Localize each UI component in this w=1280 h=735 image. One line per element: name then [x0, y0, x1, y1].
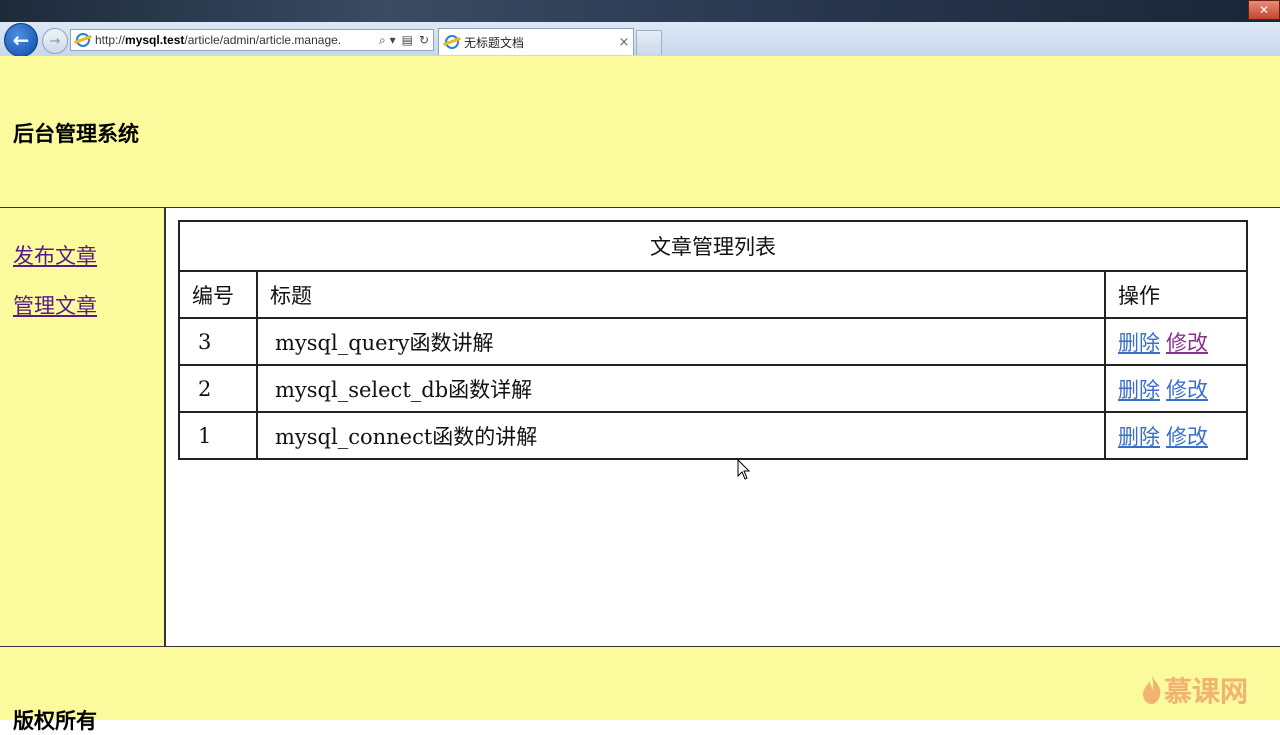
window-close-button[interactable]: ✕: [1248, 0, 1280, 20]
row-title: mysql_select_db函数详解: [256, 364, 1106, 413]
close-icon: ✕: [1258, 3, 1270, 17]
article-table: 文章管理列表 编号 标题 操作 3 mysql_query函数讲解 删除 修改 2…: [178, 220, 1248, 460]
row-id: 2: [178, 364, 258, 413]
row-id: 3: [178, 317, 258, 366]
forward-arrow-icon: →: [49, 33, 61, 49]
row-title: mysql_connect函数的讲解: [256, 411, 1106, 460]
compatibility-view-icon[interactable]: ▤: [402, 33, 413, 48]
sidebar-item-publish-article[interactable]: 发布文章: [13, 240, 97, 270]
column-header-actions: 操作: [1104, 270, 1248, 319]
back-button[interactable]: ←: [4, 23, 38, 56]
flame-icon: [1143, 676, 1161, 704]
forward-button[interactable]: →: [42, 28, 68, 54]
browser-tab[interactable]: 无标题文档 ×: [438, 28, 634, 55]
delete-link[interactable]: 删除: [1118, 378, 1160, 402]
column-header-id: 编号: [178, 270, 258, 319]
url-host: mysql.test: [125, 33, 185, 47]
ie-tab-icon: [445, 35, 459, 49]
page-header: 后台管理系统: [0, 56, 1280, 208]
edit-link[interactable]: 修改: [1166, 378, 1208, 402]
ie-page-icon: [76, 33, 90, 47]
search-dropdown-icon[interactable]: ⌕ ▾: [379, 33, 396, 48]
address-url[interactable]: http://mysql.test/article/admin/article.…: [95, 33, 379, 47]
refresh-icon[interactable]: ↻: [419, 33, 429, 48]
watermark-logo: 慕课网: [1140, 670, 1248, 710]
table-caption-row: 文章管理列表: [178, 220, 1248, 272]
page: 后台管理系统 发布文章 管理文章 文章管理列表 编号 标题 操作 3 mysql…: [0, 56, 1280, 733]
main-content: 文章管理列表 编号 标题 操作 3 mysql_query函数讲解 删除 修改 2…: [166, 208, 1280, 647]
tab-title: 无标题文档: [464, 35, 525, 50]
new-tab-button[interactable]: [636, 30, 662, 55]
edit-link[interactable]: 修改: [1166, 425, 1208, 449]
sidebar-item-manage-articles[interactable]: 管理文章: [13, 290, 97, 320]
row-id: 1: [178, 411, 258, 460]
table-header-row: 编号 标题 操作: [178, 270, 1248, 319]
row-actions: 删除 修改: [1104, 317, 1248, 366]
watermark-text: 慕课网: [1164, 675, 1249, 708]
page-footer: 版权所有: [0, 646, 1280, 733]
sidebar: 发布文章 管理文章: [0, 208, 166, 647]
site-title: 后台管理系统: [13, 121, 139, 146]
delete-link[interactable]: 删除: [1118, 425, 1160, 449]
back-arrow-icon: ←: [12, 28, 30, 52]
edit-link[interactable]: 修改: [1166, 331, 1208, 355]
column-header-title: 标题: [256, 270, 1106, 319]
table-row: 1 mysql_connect函数的讲解 删除 修改: [178, 411, 1248, 460]
table-caption: 文章管理列表: [178, 220, 1248, 272]
row-title: mysql_query函数讲解: [256, 317, 1106, 366]
table-row: 3 mysql_query函数讲解 删除 修改: [178, 317, 1248, 366]
table-row: 2 mysql_select_db函数详解 删除 修改: [178, 364, 1248, 413]
row-actions: 删除 修改: [1104, 364, 1248, 413]
address-bar[interactable]: http://mysql.test/article/admin/article.…: [70, 29, 434, 51]
row-actions: 删除 修改: [1104, 411, 1248, 460]
delete-link[interactable]: 删除: [1118, 331, 1160, 355]
tab-close-icon[interactable]: ×: [615, 35, 633, 50]
copyright-text: 版权所有: [13, 708, 97, 733]
window-titlebar: [0, 0, 1280, 22]
browser-chrome: ← → http://mysql.test/article/admin/arti…: [0, 0, 1280, 57]
